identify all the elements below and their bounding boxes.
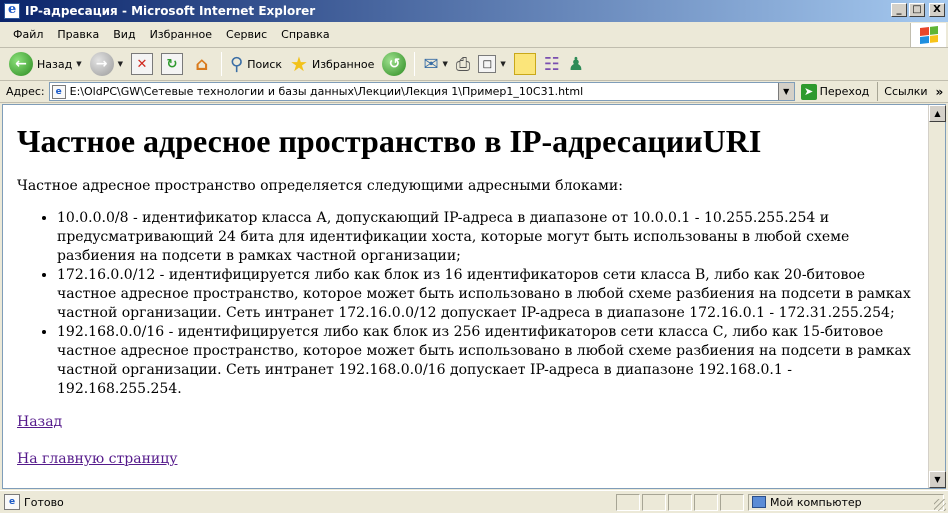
history-icon: ↺ (382, 52, 407, 76)
refresh-icon: ↻ (161, 53, 183, 75)
mail-dropdown-icon[interactable]: ▼ (443, 60, 448, 68)
menu-bar: Файл Правка Вид Избранное Сервис Справка (0, 22, 948, 48)
links-button[interactable]: Ссылки (884, 85, 927, 98)
star-icon: ★ (290, 52, 308, 76)
edit-button[interactable]: □ ▼ (475, 50, 508, 78)
internet-explorer-icon (4, 2, 20, 19)
resize-grip-icon[interactable] (934, 499, 946, 511)
page-viewport: Частное адресное пространство в IP-адрес… (2, 104, 946, 489)
list-item: 172.16.0.0/12 - идентифицируется либо ка… (57, 266, 914, 323)
toolbar-separator (221, 52, 222, 76)
standard-toolbar: ← Назад ▼ → ▼ ✕ ↻ ⌂ ⚲ Поиск ★ Избранное … (0, 48, 948, 81)
page-intro: Частное адресное пространство определяет… (17, 178, 623, 194)
edit-dropdown-icon[interactable]: ▼ (500, 60, 505, 68)
window-controls: _ □ X (891, 3, 945, 17)
mail-button[interactable]: ✉ ▼ (420, 50, 450, 78)
zone-label: Мой компьютер (770, 495, 862, 509)
stop-icon: ✕ (131, 53, 153, 75)
status-page-icon: e (4, 494, 20, 510)
discuss-button[interactable] (511, 50, 539, 78)
address-label: Адрес: (6, 85, 45, 98)
favorites-label: Избранное (311, 57, 375, 71)
home-icon: ⌂ (195, 53, 209, 75)
go-label: Переход (819, 85, 870, 98)
status-text: Готово (24, 495, 64, 509)
menu-view[interactable]: Вид (106, 28, 142, 41)
windows-logo (910, 23, 946, 47)
refresh-button[interactable]: ↻ (158, 50, 186, 78)
page-content: Частное адресное пространство в IP-адрес… (3, 105, 928, 488)
back-link[interactable]: Назад (17, 413, 62, 432)
address-block-list: 10.0.0.0/8 - идентификатор класса А, доп… (57, 209, 914, 399)
status-pane (668, 493, 692, 511)
list-item: 192.168.0.0/16 - идентифицируется либо к… (57, 323, 914, 399)
menu-edit[interactable]: Правка (50, 28, 106, 41)
printer-icon: ⎙ (455, 53, 471, 75)
status-bar: e Готово Мой компьютер (0, 490, 948, 513)
back-dropdown-icon[interactable]: ▼ (76, 60, 81, 68)
favorites-button[interactable]: ★ Избранное (287, 50, 377, 78)
go-button[interactable]: ➤ Переход (800, 82, 879, 101)
status-pane (720, 493, 744, 511)
status-pane (642, 493, 666, 511)
security-zone: Мой компьютер (748, 493, 944, 511)
back-label: Назад (37, 57, 73, 71)
mail-icon: ✉ (423, 53, 439, 75)
messenger-button[interactable]: ♟ (565, 50, 587, 78)
back-button[interactable]: ← Назад ▼ (6, 50, 85, 78)
search-icon: ⚲ (230, 53, 244, 75)
window-title: IP-адресация - Microsoft Internet Explor… (25, 4, 316, 18)
minimize-button[interactable]: _ (891, 3, 907, 17)
note-icon (513, 53, 536, 75)
computer-icon (752, 496, 766, 508)
toolbar-separator (414, 52, 416, 76)
windows-flag-icon (919, 26, 938, 44)
address-dropdown-icon[interactable]: ▼ (777, 83, 794, 100)
vertical-scrollbar[interactable]: ▲ ▼ (928, 105, 946, 488)
title-bar[interactable]: IP-адресация - Microsoft Internet Explor… (0, 0, 948, 22)
edit-icon: □ (478, 55, 497, 73)
research-icon: ☷ (543, 53, 560, 75)
menu-favorites[interactable]: Избранное (143, 28, 219, 41)
menu-tools[interactable]: Сервис (219, 28, 274, 41)
list-item: 10.0.0.0/8 - идентификатор класса А, доп… (57, 209, 914, 266)
forward-dropdown-icon[interactable]: ▼ (118, 60, 123, 68)
address-bar: Адрес: e E:\OldPC\GW\Сетевые технологии … (0, 81, 948, 103)
maximize-button[interactable]: □ (909, 3, 925, 17)
research-button[interactable]: ☷ (541, 50, 563, 78)
home-link[interactable]: На главную страницу (17, 450, 177, 469)
status-pane (616, 493, 640, 511)
back-arrow-icon: ← (9, 52, 33, 76)
search-label: Поиск (247, 57, 283, 71)
history-button[interactable]: ↺ (379, 50, 409, 78)
status-pane (694, 493, 718, 511)
page-heading: Частное адресное пространство в IP-адрес… (17, 123, 762, 159)
messenger-icon: ♟ (567, 53, 584, 75)
print-button[interactable]: ⎙ (453, 50, 473, 78)
home-button[interactable]: ⌂ (188, 50, 216, 78)
scroll-down-icon[interactable]: ▼ (929, 471, 946, 488)
close-button[interactable]: X (929, 3, 945, 17)
forward-arrow-icon: → (89, 52, 114, 76)
chevron-icon[interactable]: » (936, 85, 944, 99)
scroll-up-icon[interactable]: ▲ (929, 105, 946, 122)
stop-button[interactable]: ✕ (128, 50, 156, 78)
address-input[interactable]: e E:\OldPC\GW\Сетевые технологии и базы … (48, 82, 795, 101)
address-url[interactable]: E:\OldPC\GW\Сетевые технологии и базы да… (70, 85, 584, 98)
go-arrow-icon: ➤ (800, 83, 817, 100)
forward-button[interactable]: → ▼ (87, 50, 126, 78)
search-button[interactable]: ⚲ Поиск (227, 50, 285, 78)
menu-help[interactable]: Справка (274, 28, 336, 41)
menu-file[interactable]: Файл (6, 28, 50, 41)
page-icon: e (51, 84, 66, 99)
